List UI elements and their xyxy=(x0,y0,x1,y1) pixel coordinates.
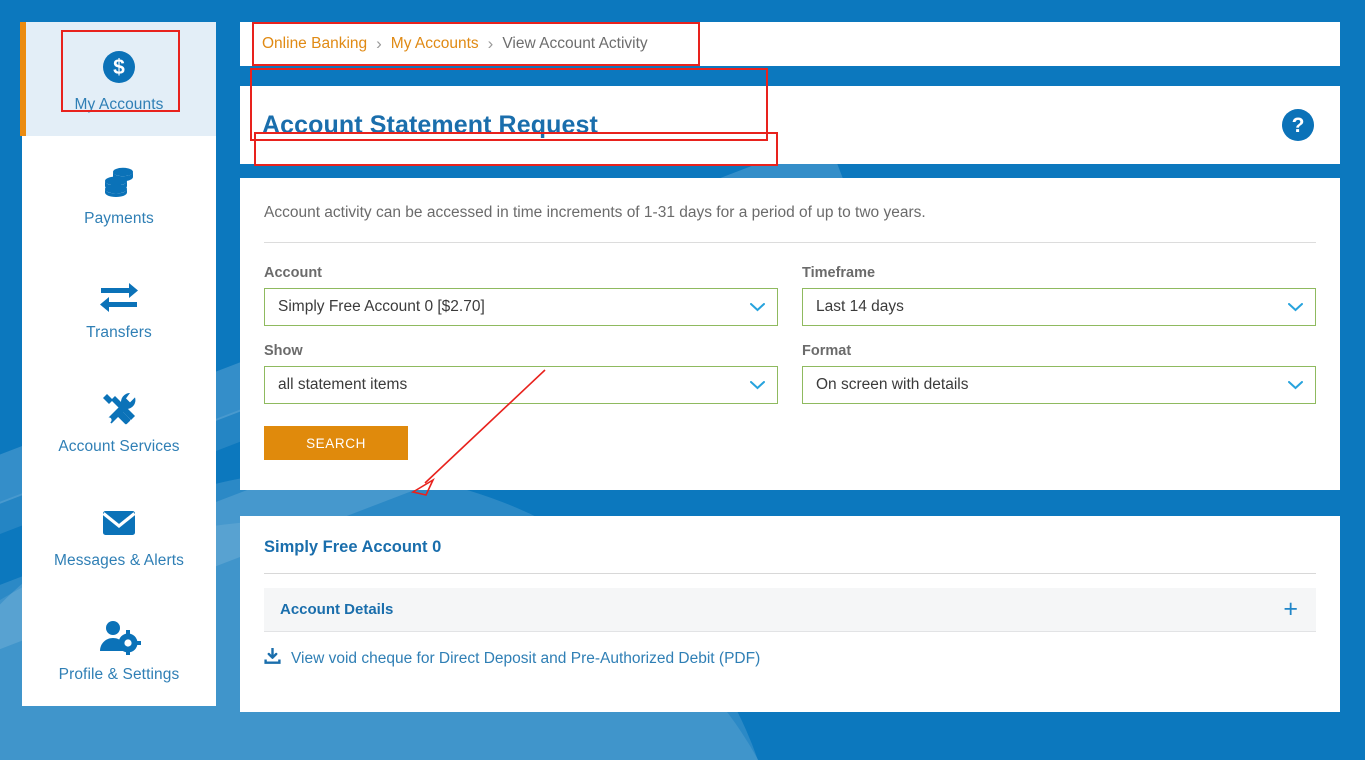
search-button[interactable]: SEARCH xyxy=(264,426,408,460)
timeframe-select[interactable]: Last 14 days xyxy=(802,288,1316,326)
field-timeframe: Timeframe Last 14 days xyxy=(802,265,1316,326)
sidebar-item-label: Messages & Alerts xyxy=(53,552,185,569)
accordion-label: Account Details xyxy=(280,601,394,618)
envelope-icon xyxy=(98,500,140,546)
help-icon[interactable]: ? xyxy=(1282,109,1314,141)
sidebar-item-my-accounts[interactable]: $ My Accounts xyxy=(20,22,216,136)
breadcrumb-bar: Online Banking › My Accounts › View Acco… xyxy=(240,22,1340,66)
help-icon-glyph: ? xyxy=(1291,113,1305,137)
svg-text:$: $ xyxy=(113,56,125,79)
format-select-value: On screen with details xyxy=(816,376,969,393)
download-icon xyxy=(264,647,281,670)
field-show: Show all statement items xyxy=(264,343,778,404)
statement-request-form: Account activity can be accessed in time… xyxy=(240,68,1340,490)
field-label: Timeframe xyxy=(802,265,876,281)
format-select[interactable]: On screen with details xyxy=(802,366,1316,404)
account-select[interactable]: Simply Free Account 0 [$2.70] xyxy=(264,288,778,326)
form-row-1: Account Simply Free Account 0 [$2.70] Ti… xyxy=(264,265,1316,326)
void-cheque-link[interactable]: View void cheque for Direct Deposit and … xyxy=(291,650,760,668)
sidebar-item-profile-settings[interactable]: Profile & Settings xyxy=(22,592,216,706)
field-label: Show xyxy=(264,343,303,359)
result-divider xyxy=(264,573,1316,574)
form-divider xyxy=(264,242,1316,243)
main-content: Online Banking › My Accounts › View Acco… xyxy=(240,0,1340,712)
chevron-down-icon xyxy=(750,300,765,314)
account-results-panel: Simply Free Account 0 Account Details + … xyxy=(240,132,1340,712)
sidebar-item-label: Transfers xyxy=(86,324,152,341)
breadcrumb: Online Banking › My Accounts › View Acco… xyxy=(262,34,648,54)
field-label: Format xyxy=(802,343,852,359)
sidebar-item-label: My Accounts xyxy=(74,96,164,113)
sidebar-item-label: Profile & Settings xyxy=(58,666,180,683)
breadcrumb-separator-icon: › xyxy=(487,34,494,53)
field-label: Account xyxy=(264,265,322,281)
page-title: Account Statement Request xyxy=(262,110,598,139)
breadcrumb-item-online-banking[interactable]: Online Banking xyxy=(262,35,367,53)
void-cheque-link-row[interactable]: View void cheque for Direct Deposit and … xyxy=(264,647,1316,670)
field-account: Account Simply Free Account 0 [$2.70] xyxy=(264,265,778,326)
breadcrumb-separator-icon: › xyxy=(376,34,382,53)
timeframe-select-value: Last 14 days xyxy=(816,298,904,315)
chevron-down-icon xyxy=(1288,378,1303,392)
transfer-arrows-icon xyxy=(97,272,141,318)
coins-stack-icon xyxy=(97,158,141,204)
account-select-value: Simply Free Account 0 [$2.70] xyxy=(278,298,485,315)
sidebar-item-account-services[interactable]: Account Services xyxy=(22,364,216,478)
account-details-accordion[interactable]: Account Details + xyxy=(264,588,1316,632)
show-select[interactable]: all statement items xyxy=(264,366,778,404)
field-format: Format On screen with details xyxy=(802,343,1316,404)
form-description: Account activity can be accessed in time… xyxy=(264,204,926,221)
sidebar-item-payments[interactable]: Payments xyxy=(22,136,216,250)
chevron-down-icon xyxy=(750,378,765,392)
sidebar-item-messages-alerts[interactable]: Messages & Alerts xyxy=(22,478,216,592)
tools-icon xyxy=(98,386,140,432)
breadcrumb-item-my-accounts[interactable]: My Accounts xyxy=(391,35,479,53)
user-gear-icon xyxy=(97,614,141,660)
result-account-name: Simply Free Account 0 xyxy=(264,538,442,556)
show-select-value: all statement items xyxy=(278,376,408,393)
sidebar-item-label: Account Services xyxy=(58,438,180,455)
sidebar: $ My Accounts Payments Transfers Account… xyxy=(20,22,216,706)
chevron-down-icon xyxy=(1288,300,1303,314)
form-row-2: Show all statement items Format On scree… xyxy=(264,343,1316,404)
sidebar-item-transfers[interactable]: Transfers xyxy=(22,250,216,364)
breadcrumb-item-view-account-activity: View Account Activity xyxy=(502,35,648,52)
sidebar-item-label: Payments xyxy=(84,210,154,227)
plus-icon: + xyxy=(1283,595,1298,623)
dollar-circle-icon: $ xyxy=(99,44,139,90)
page-header: Account Statement Request ? xyxy=(240,86,1340,164)
